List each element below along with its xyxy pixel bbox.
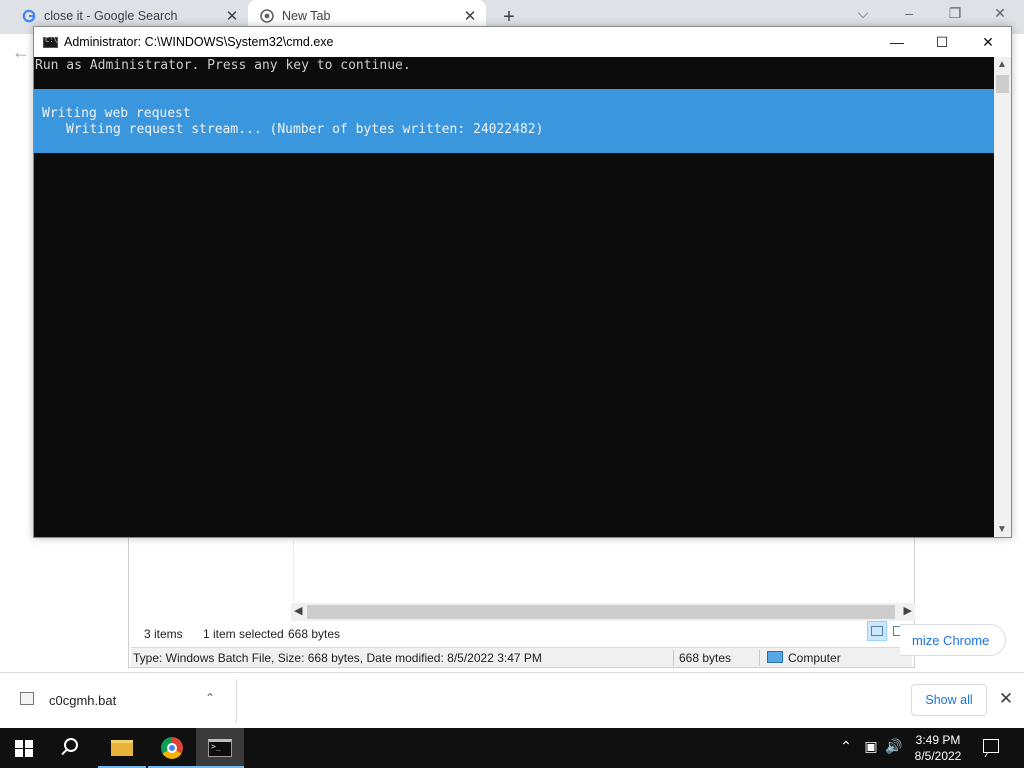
file-explorer-window: ◀ ▶ 3 items 1 item selected 668 bytes Ty… [128, 530, 915, 668]
selection-size: 668 bytes [288, 627, 341, 641]
explorer-status-bar: 3 items 1 item selected 668 bytes [129, 623, 914, 645]
cmd-window: Administrator: C:\WINDOWS\System32\cmd.e… [33, 26, 1012, 538]
divider [673, 650, 674, 666]
chevron-up-icon[interactable]: ⌃ [837, 738, 855, 755]
scroll-left-icon[interactable]: ◀ [294, 604, 302, 617]
network-icon[interactable]: ▣ [862, 738, 880, 755]
show-all-button[interactable]: Show all [911, 684, 987, 716]
customize-chrome-button[interactable]: mize Chrome [900, 624, 1006, 656]
close-button[interactable]: ✕ [965, 27, 1011, 57]
file-size: 668 bytes [679, 651, 732, 665]
download-bar: c0cgmh.bat ⌃ Show all ✕ [0, 672, 1024, 728]
divider [236, 679, 237, 723]
scroll-up-icon[interactable]: ▲ [997, 59, 1007, 70]
restore-icon[interactable]: ❐ [945, 5, 965, 22]
clock[interactable]: 3:49 PM 8/5/2022 [908, 732, 968, 764]
details-view-icon [871, 626, 883, 636]
selection-count: 1 item selected [203, 627, 284, 641]
console-output[interactable]: Run as Administrator. Press any key to c… [34, 57, 994, 537]
google-g-icon [22, 9, 36, 23]
clock-date: 8/5/2022 [914, 749, 962, 763]
tab-close-icon[interactable]: ✕ [462, 7, 478, 25]
horizontal-scrollbar[interactable]: ◀ ▶ [291, 603, 915, 621]
taskbar-chrome[interactable] [148, 728, 196, 768]
divider [759, 650, 760, 666]
computer-icon [767, 651, 783, 663]
maximize-button[interactable]: ☐ [919, 27, 965, 57]
details-view-button[interactable] [867, 621, 887, 641]
location-label: Computer [788, 651, 841, 665]
progress-status: Writing request stream... (Number of byt… [66, 122, 544, 137]
tab-title: New Tab [282, 9, 331, 23]
progress-activity: Writing web request [42, 106, 191, 121]
file-details: Type: Windows Batch File, Size: 668 byte… [133, 651, 542, 665]
cmd-titlebar[interactable]: Administrator: C:\WINDOWS\System32\cmd.e… [34, 27, 1011, 57]
batch-file-icon [20, 692, 34, 705]
close-downloads-icon[interactable]: ✕ [997, 689, 1015, 709]
progress-panel: Writing web request Writing request stre… [34, 89, 994, 153]
console-line: Run as Administrator. Press any key to c… [35, 58, 411, 73]
scroll-down-icon[interactable]: ▼ [997, 524, 1007, 535]
start-button[interactable] [15, 740, 33, 757]
folder-icon [111, 740, 133, 756]
scroll-thumb[interactable] [307, 605, 895, 619]
minimize-button[interactable]: — [874, 27, 920, 57]
customize-chrome-label: mize Chrome [912, 633, 990, 648]
chevron-up-icon[interactable]: ⌃ [205, 691, 215, 705]
vertical-scrollbar[interactable]: ▲ ▼ [994, 57, 1011, 537]
chrome-icon [260, 9, 274, 23]
cmd-icon [208, 739, 232, 757]
console-icon [43, 36, 58, 48]
back-arrow-icon[interactable]: ← [12, 42, 30, 63]
volume-icon[interactable]: 🔊 [885, 738, 903, 755]
tab-close-icon[interactable]: ✕ [224, 7, 240, 25]
minimize-icon[interactable]: – [899, 5, 919, 21]
cmd-window-title: Administrator: C:\WINDOWS\System32\cmd.e… [64, 35, 334, 49]
details-bar: Type: Windows Batch File, Size: 668 byte… [131, 647, 912, 667]
clock-time: 3:49 PM [915, 733, 961, 747]
scroll-thumb[interactable] [996, 75, 1009, 93]
tab-title: close it - Google Search [44, 9, 178, 23]
notifications-icon[interactable] [983, 739, 999, 753]
chrome-icon [161, 737, 183, 759]
taskbar: ⌃ ▣ 🔊 3:49 PM 8/5/2022 [0, 728, 1024, 768]
download-file-name[interactable]: c0cgmh.bat [49, 693, 116, 708]
tab-search-chevron-icon[interactable]: ⌵ [853, 5, 873, 22]
taskbar-cmd[interactable] [196, 728, 244, 768]
taskbar-file-explorer[interactable] [98, 728, 146, 768]
item-count: 3 items [144, 627, 183, 641]
close-icon[interactable]: ✕ [990, 5, 1010, 22]
search-icon[interactable] [64, 738, 78, 752]
scroll-right-icon[interactable]: ▶ [904, 604, 912, 617]
pane-divider [293, 541, 294, 601]
